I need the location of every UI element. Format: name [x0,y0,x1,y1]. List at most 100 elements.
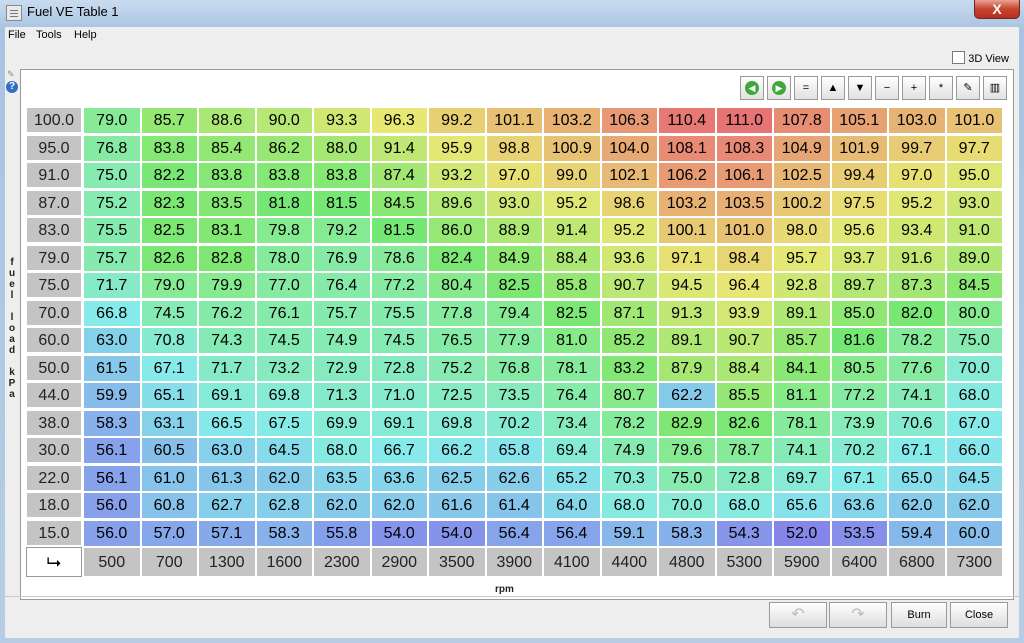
burn-button[interactable]: Burn [891,602,947,628]
table-cell[interactable]: 91.6 [888,244,946,272]
table-cell[interactable]: 67.5 [255,409,313,437]
table-cell[interactable]: 75.0 [83,162,141,189]
rpm-axis-cell[interactable]: 7300 [945,547,1003,577]
table-cell[interactable]: 79.0 [83,107,141,134]
table-cell[interactable]: 89.7 [830,272,888,299]
table-cell[interactable]: 100.9 [543,134,601,162]
table-cell[interactable]: 57.0 [140,519,198,547]
table-cell[interactable]: 79.6 [658,437,716,464]
table-cell[interactable]: 107.8 [773,107,831,134]
table-cell[interactable]: 89.1 [773,299,831,327]
table-cell[interactable]: 70.3 [600,464,658,492]
title-bar[interactable]: Fuel VE Table 1 X [0,0,1024,26]
table-cell[interactable]: 106.3 [600,107,658,134]
table-cell[interactable]: 105.1 [830,107,888,134]
table-cell[interactable]: 85.8 [543,272,601,299]
table-cell[interactable]: 62.5 [428,464,486,492]
table-cell[interactable]: 61.3 [198,464,256,492]
table-cell[interactable]: 100.1 [658,217,716,244]
load-axis-cell[interactable]: 91.0 [26,162,82,188]
table-cell[interactable]: 89.1 [658,327,716,354]
table-cell[interactable]: 56.0 [83,519,141,547]
decrease-button[interactable]: ▼ [848,76,872,100]
load-axis-cell[interactable]: 22.0 [26,464,82,491]
table-cell[interactable]: 87.4 [370,162,428,189]
table-cell[interactable]: 68.0 [715,492,773,519]
table-cell[interactable]: 79.4 [485,299,543,327]
table-cell[interactable]: 59.9 [83,382,141,409]
table-cell[interactable]: 106.2 [658,162,716,189]
table-cell[interactable]: 73.2 [255,354,313,382]
table-cell[interactable]: 78.2 [888,327,946,354]
table-cell[interactable]: 56.4 [543,519,601,547]
table-cell[interactable]: 56.1 [83,437,141,464]
table-cell[interactable]: 55.8 [313,519,371,547]
color-map-button[interactable]: ▥ [983,76,1007,100]
subtract-button[interactable]: − [875,76,899,100]
table-cell[interactable]: 93.9 [715,299,773,327]
table-cell[interactable]: 60.5 [140,437,198,464]
window-close-button[interactable]: X [974,0,1020,19]
table-cell[interactable]: 88.9 [485,217,543,244]
interpolate-pencil-button[interactable]: ✎ [956,76,980,100]
table-cell[interactable]: 93.7 [830,244,888,272]
table-cell[interactable]: 87.1 [600,299,658,327]
table-cell[interactable]: 76.4 [313,272,371,299]
table-cell[interactable]: 81.6 [830,327,888,354]
table-cell[interactable]: 76.2 [198,299,256,327]
table-cell[interactable]: 72.8 [370,354,428,382]
table-cell[interactable]: 54.0 [428,519,486,547]
table-cell[interactable]: 82.6 [715,409,773,437]
table-cell[interactable]: 68.0 [945,382,1003,409]
rpm-axis-cell[interactable]: 4100 [543,547,601,577]
table-cell[interactable]: 78.1 [543,354,601,382]
table-cell[interactable]: 70.2 [830,437,888,464]
table-cell[interactable]: 71.7 [83,272,141,299]
rpm-axis-cell[interactable]: 4400 [600,547,658,577]
table-cell[interactable]: 73.9 [830,409,888,437]
load-axis-cell[interactable]: 38.0 [26,409,82,436]
table-cell[interactable]: 60.8 [140,492,198,519]
table-cell[interactable]: 95.6 [830,217,888,244]
table-cell[interactable]: 93.0 [485,189,543,217]
menu-help[interactable]: Help [74,29,97,41]
table-cell[interactable]: 85.4 [198,134,256,162]
rpm-axis-cell[interactable]: 1600 [255,547,313,577]
table-cell[interactable]: 111.0 [715,107,773,134]
table-cell[interactable]: 65.6 [773,492,831,519]
table-cell[interactable]: 66.7 [370,437,428,464]
rpm-axis-cell[interactable]: 500 [83,547,141,577]
table-cell[interactable]: 88.0 [313,134,371,162]
table-cell[interactable]: 62.6 [485,464,543,492]
table-cell[interactable]: 95.2 [543,189,601,217]
table-cell[interactable]: 93.4 [888,217,946,244]
table-cell[interactable]: 82.0 [888,299,946,327]
table-cell[interactable]: 74.1 [888,382,946,409]
table-cell[interactable]: 70.2 [485,409,543,437]
table-cell[interactable]: 82.5 [140,217,198,244]
redo-button[interactable]: ↷ [829,602,887,628]
table-cell[interactable]: 76.4 [543,382,601,409]
table-cell[interactable]: 75.2 [83,189,141,217]
rpm-axis-cell[interactable]: 5300 [715,547,773,577]
table-cell[interactable]: 97.7 [945,134,1003,162]
table-cell[interactable]: 58.3 [255,519,313,547]
table-cell[interactable]: 62.0 [945,492,1003,519]
table-cell[interactable]: 91.4 [543,217,601,244]
table-cell[interactable]: 78.2 [600,409,658,437]
rpm-axis-cell[interactable]: 700 [140,547,198,577]
table-cell[interactable]: 80.5 [830,354,888,382]
rpm-axis-cell[interactable]: 1300 [198,547,256,577]
add-button[interactable]: + [902,76,926,100]
table-cell[interactable]: 88.6 [198,107,256,134]
table-cell[interactable]: 58.3 [83,409,141,437]
table-cell[interactable]: 75.5 [83,217,141,244]
table-cell[interactable]: 82.6 [140,244,198,272]
table-cell[interactable]: 82.4 [428,244,486,272]
load-axis-cell[interactable]: 30.0 [26,437,82,463]
table-cell[interactable]: 98.6 [600,189,658,217]
table-cell[interactable]: 82.2 [140,162,198,189]
table-cell[interactable]: 74.3 [198,327,256,354]
table-cell[interactable]: 85.2 [600,327,658,354]
rpm-axis-cell[interactable]: 6400 [830,547,888,577]
